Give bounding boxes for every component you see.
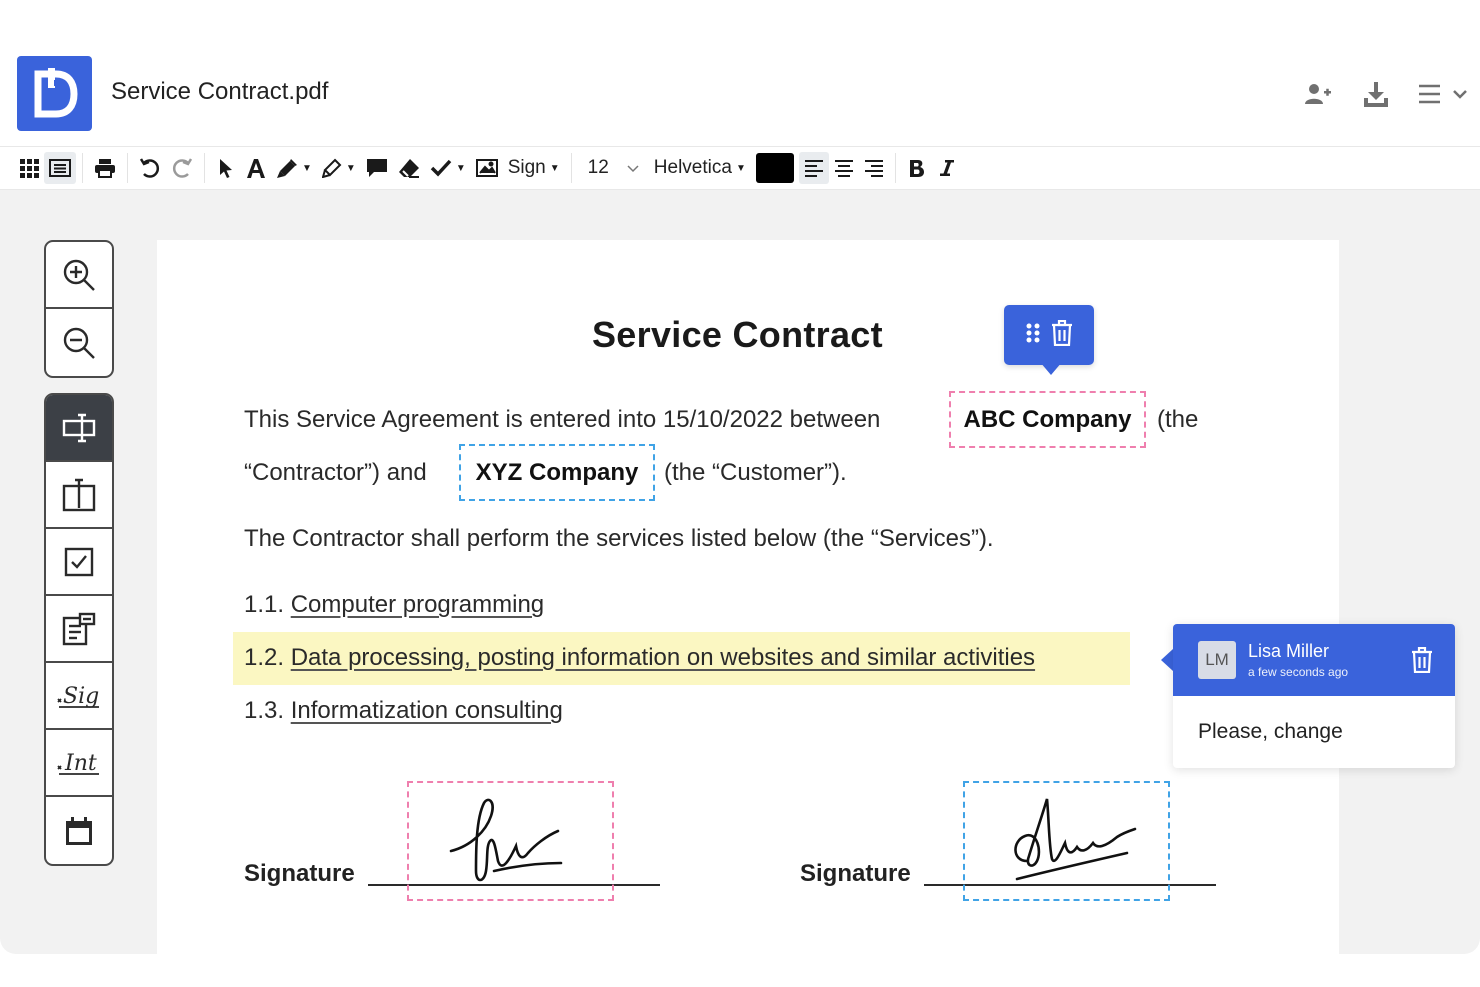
comment-timestamp: a few seconds ago bbox=[1248, 665, 1349, 679]
signature-label-1: Signature bbox=[244, 860, 355, 887]
signature-label-2: Signature bbox=[800, 860, 911, 887]
handwritten-signature-2 bbox=[1013, 798, 1136, 881]
italic-icon[interactable] bbox=[932, 152, 962, 184]
page-view-icon[interactable] bbox=[44, 152, 76, 184]
handwritten-signature-1 bbox=[449, 798, 562, 882]
download-icon[interactable] bbox=[1360, 78, 1392, 110]
menu-icon[interactable] bbox=[1418, 78, 1470, 110]
zoom-controls bbox=[44, 240, 114, 378]
highlighter-icon[interactable]: ▼ bbox=[317, 152, 361, 184]
form-field-tool-icon[interactable] bbox=[46, 596, 112, 663]
font-size-value: 12 bbox=[587, 157, 609, 178]
redo-icon[interactable] bbox=[166, 152, 198, 184]
service-item-number: 1.1. bbox=[244, 591, 285, 618]
agreement-text-line2-suffix: (the “Customer”). bbox=[664, 459, 847, 486]
grid-icon[interactable] bbox=[14, 152, 44, 184]
avatar: LM bbox=[1198, 641, 1236, 679]
undo-icon[interactable] bbox=[134, 152, 166, 184]
field-actions-popover bbox=[1004, 305, 1094, 365]
service-item-text: Informatization consulting bbox=[290, 697, 563, 724]
contractor-field[interactable]: ABC Company bbox=[949, 391, 1146, 448]
sign-dropdown[interactable]: Sign ▼ bbox=[503, 152, 565, 184]
sign-label: Sign bbox=[507, 157, 546, 178]
signature-tool-icon[interactable]: Sig bbox=[46, 663, 112, 730]
app-logo[interactable] bbox=[17, 56, 92, 131]
svg-text:Int: Int bbox=[64, 751, 97, 776]
drag-handle-icon[interactable] bbox=[1025, 322, 1041, 349]
add-user-icon[interactable] bbox=[1302, 78, 1334, 110]
align-left-icon[interactable] bbox=[798, 152, 829, 184]
comment-card: LM Lisa Miller a few seconds ago Please,… bbox=[1173, 624, 1455, 768]
initials-tool-icon[interactable]: Int bbox=[46, 730, 112, 797]
align-center-icon[interactable] bbox=[829, 152, 859, 184]
eraser-icon[interactable] bbox=[393, 152, 425, 184]
agreement-text-line1-suffix: (the bbox=[1157, 406, 1199, 433]
comment-header: LM Lisa Miller a few seconds ago bbox=[1173, 624, 1455, 696]
comment-author: Lisa Miller bbox=[1248, 641, 1330, 661]
color-swatch bbox=[755, 153, 794, 183]
delete-comment-trash-icon[interactable] bbox=[1411, 646, 1433, 678]
checkbox-tool-icon[interactable] bbox=[46, 529, 112, 596]
select-arrow-icon[interactable] bbox=[211, 152, 241, 184]
text-field-tool-icon[interactable] bbox=[46, 395, 112, 462]
service-item-3: 1.3. Informatization consulting bbox=[244, 697, 563, 725]
signature-field-2[interactable] bbox=[963, 781, 1170, 901]
service-item-1: 1.1. Computer programming bbox=[244, 591, 544, 619]
service-item-number: 1.3. bbox=[244, 697, 285, 724]
services-intro: The Contractor shall perform the service… bbox=[244, 525, 994, 552]
service-item-2: 1.2. Data processing, posting informatio… bbox=[244, 644, 1035, 672]
service-item-number: 1.2. bbox=[244, 644, 285, 671]
service-item-text: Computer programming bbox=[290, 591, 545, 618]
zoom-out-icon[interactable] bbox=[46, 309, 112, 376]
font-family-value: Helvetica bbox=[653, 157, 732, 178]
bold-icon[interactable] bbox=[902, 152, 932, 184]
contract-title: Service Contract bbox=[592, 314, 883, 355]
comment-tail bbox=[1161, 649, 1173, 671]
comment-text[interactable]: Please, change bbox=[1173, 696, 1455, 744]
date-tool-icon[interactable] bbox=[46, 797, 112, 864]
app-header: Service Contract.pdf bbox=[0, 0, 1480, 146]
checkmark-tool-icon[interactable]: ▼ bbox=[425, 152, 471, 184]
trash-icon[interactable] bbox=[1051, 319, 1073, 351]
text-color-picker[interactable] bbox=[751, 152, 799, 184]
zoom-in-icon[interactable] bbox=[46, 242, 112, 309]
text-box-tool-icon[interactable] bbox=[46, 462, 112, 529]
print-icon[interactable] bbox=[89, 152, 121, 184]
font-family-select[interactable]: Helvetica ▼ bbox=[649, 152, 751, 184]
popover-tail bbox=[1040, 362, 1062, 375]
customer-field[interactable]: XYZ Company bbox=[459, 444, 655, 501]
field-tools: Sig Int bbox=[44, 393, 114, 866]
agreement-text-line2: “Contractor”) and bbox=[244, 459, 427, 486]
comment-tool-icon[interactable] bbox=[361, 152, 393, 184]
chevron-down-icon bbox=[627, 157, 639, 179]
text-tool-icon[interactable] bbox=[241, 152, 271, 184]
service-item-text: Data processing, posting information on … bbox=[290, 644, 1036, 671]
signature-field-1[interactable] bbox=[407, 781, 614, 901]
draw-tool-icon[interactable]: ▼ bbox=[271, 152, 317, 184]
document-title: Service Contract.pdf bbox=[111, 78, 329, 105]
font-size-select[interactable]: 12 bbox=[578, 152, 649, 184]
agreement-text-line1: This Service Agreement is entered into 1… bbox=[244, 406, 881, 433]
logo-icon bbox=[34, 67, 78, 117]
image-tool-icon[interactable] bbox=[471, 152, 503, 184]
align-right-icon[interactable] bbox=[859, 152, 889, 184]
svg-text:Sig: Sig bbox=[63, 684, 99, 709]
editor-toolbar: ▼ ▼ ▼ Sign ▼ 12 Helvetica ▼ bbox=[0, 146, 1480, 190]
